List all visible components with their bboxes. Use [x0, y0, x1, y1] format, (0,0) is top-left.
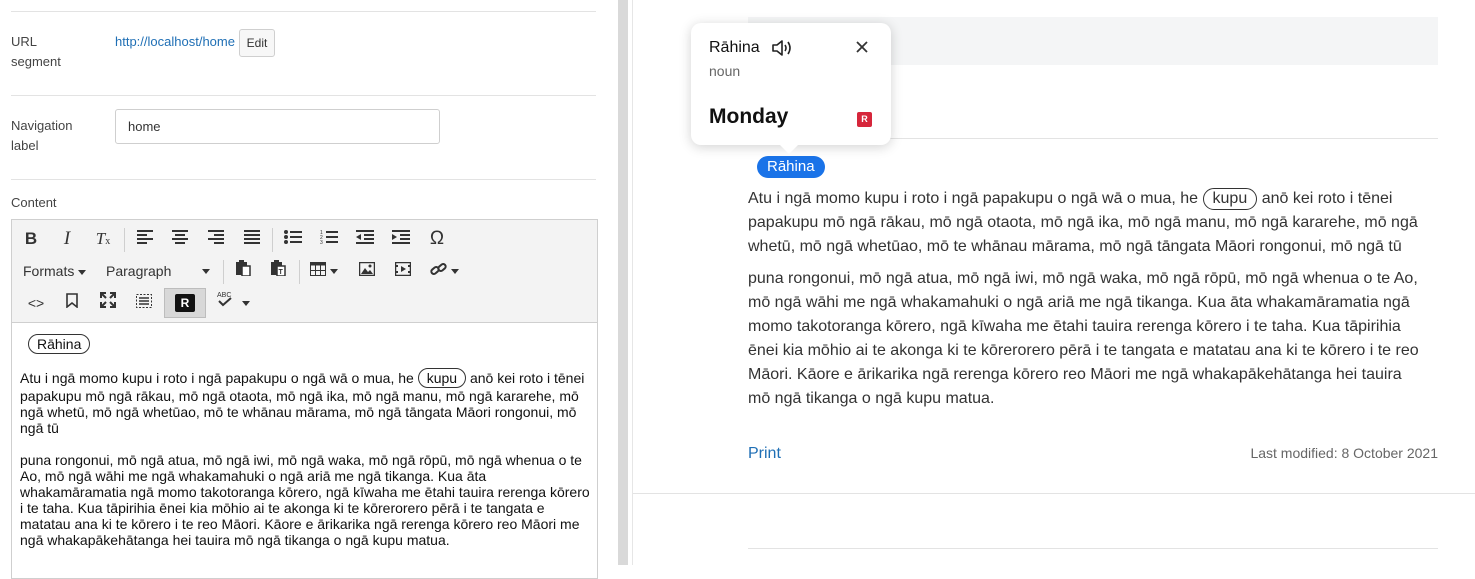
divider [633, 493, 1475, 494]
rahina-word-highlight[interactable]: Rāhina [757, 156, 825, 178]
nav-label-line2: label [11, 138, 39, 153]
separator [124, 228, 125, 252]
divider [11, 11, 596, 12]
justify-icon[interactable] [237, 226, 267, 252]
editor-toolbar: B I Tx 123 Ω Formats Paragraph T <> R AB… [12, 220, 597, 323]
editor-paragraph-1: Atu i ngā momo kupu i roto i ngā papakup… [20, 368, 590, 436]
numbered-list-icon[interactable]: 123 [314, 226, 344, 252]
separator [272, 228, 273, 252]
popup-part-of-speech: noun [709, 63, 741, 79]
visual-blocks-icon[interactable] [129, 290, 159, 316]
separator [299, 260, 300, 284]
fullscreen-icon[interactable] [93, 290, 123, 316]
image-icon[interactable] [352, 258, 382, 284]
divider [11, 95, 596, 96]
reo-icon: R [175, 294, 195, 312]
spellcheck-icon: ABC [217, 292, 232, 307]
nav-label-line1: Navigation [11, 118, 73, 133]
preview-paragraph-2: puna rongonui, mō ngā atua, mō ngā iwi, … [748, 270, 1419, 407]
paste-icon[interactable] [228, 258, 258, 284]
clear-formatting-icon[interactable]: Tx [88, 226, 118, 252]
rahina-word-tag[interactable]: Rāhina [28, 334, 91, 354]
kupu-word-tag[interactable]: kupu [1202, 188, 1258, 210]
special-char-icon[interactable]: Ω [422, 226, 452, 252]
chevron-down-icon [78, 269, 87, 275]
reo-logo-icon[interactable]: R [857, 112, 872, 127]
print-link[interactable]: Print [748, 445, 781, 463]
url-segment-link[interactable]: http://localhost/home [115, 34, 235, 49]
url-label-line1: URL [11, 34, 38, 49]
align-center-icon[interactable] [165, 226, 195, 252]
spellcheck-button[interactable]: ABC [212, 290, 254, 316]
formats-dropdown[interactable]: Formats [23, 258, 87, 284]
dictionary-popup: Rāhina noun Monday R [691, 23, 891, 154]
align-left-icon[interactable] [130, 226, 160, 252]
preview-article: Atu i ngā momo kupu i roto i ngā papakup… [748, 187, 1428, 419]
paragraph-label: Paragraph [106, 263, 172, 279]
editor-text: Atu i ngā momo kupu i roto i ngā papakup… [20, 370, 414, 386]
chevron-down-icon [202, 269, 210, 274]
edit-url-button[interactable]: Edit [239, 29, 275, 57]
preview-paragraph-1: Atu i ngā momo kupu i roto i ngā papakup… [748, 187, 1428, 259]
last-modified-text: Last modified: 8 October 2021 [1250, 445, 1438, 461]
popup-word: Rāhina [709, 39, 760, 56]
svg-text:ABC: ABC [217, 292, 231, 299]
preview-text: Atu i ngā momo kupu i roto i ngā papakup… [748, 190, 1199, 207]
rich-text-editor: B I Tx 123 Ω Formats Paragraph T <> R AB… [11, 219, 598, 579]
navigation-label-label: Navigation label [11, 116, 72, 156]
link-icon[interactable] [426, 258, 462, 284]
chevron-down-icon [242, 301, 250, 307]
chevron-down-icon [330, 269, 338, 275]
indent-icon[interactable] [386, 226, 416, 252]
italic-icon[interactable]: I [52, 226, 82, 252]
editor-content[interactable]: Rāhina Atu i ngā momo kupu i roto i ngā … [20, 334, 590, 564]
paragraph-dropdown[interactable]: Paragraph [106, 258, 210, 284]
bullet-list-icon[interactable] [278, 226, 308, 252]
close-icon[interactable] [855, 40, 869, 59]
paste-text-icon[interactable]: T [263, 258, 293, 284]
content-label: Content [11, 195, 57, 210]
url-segment-label: URL segment [11, 32, 61, 72]
formats-label: Formats [23, 263, 75, 279]
editor-paragraph-2: puna rongonui, mō ngā atua, mō ngā iwi, … [20, 452, 590, 548]
speaker-icon[interactable] [771, 38, 795, 63]
reo-plugin-button[interactable]: R [164, 288, 206, 318]
kupu-word-tag[interactable]: kupu [417, 368, 467, 388]
bold-icon[interactable]: B [16, 226, 46, 252]
svg-text:3: 3 [320, 240, 323, 244]
url-label-line2: segment [11, 54, 61, 69]
media-icon[interactable] [388, 258, 418, 284]
table-icon[interactable] [306, 258, 342, 284]
navigation-label-input[interactable] [115, 109, 440, 144]
chevron-down-icon [450, 269, 459, 275]
popup-translation: Monday [709, 105, 789, 128]
panel-splitter[interactable] [618, 0, 628, 565]
align-right-icon[interactable] [201, 226, 231, 252]
outdent-icon[interactable] [350, 226, 380, 252]
separator [223, 260, 224, 284]
divider [11, 179, 596, 180]
divider [748, 548, 1438, 549]
bookmark-icon[interactable] [57, 290, 87, 316]
edit-form-panel: URL segment http://localhost/home Edit N… [0, 0, 618, 579]
source-code-icon[interactable]: <> [21, 290, 51, 316]
svg-text:T: T [279, 269, 284, 276]
